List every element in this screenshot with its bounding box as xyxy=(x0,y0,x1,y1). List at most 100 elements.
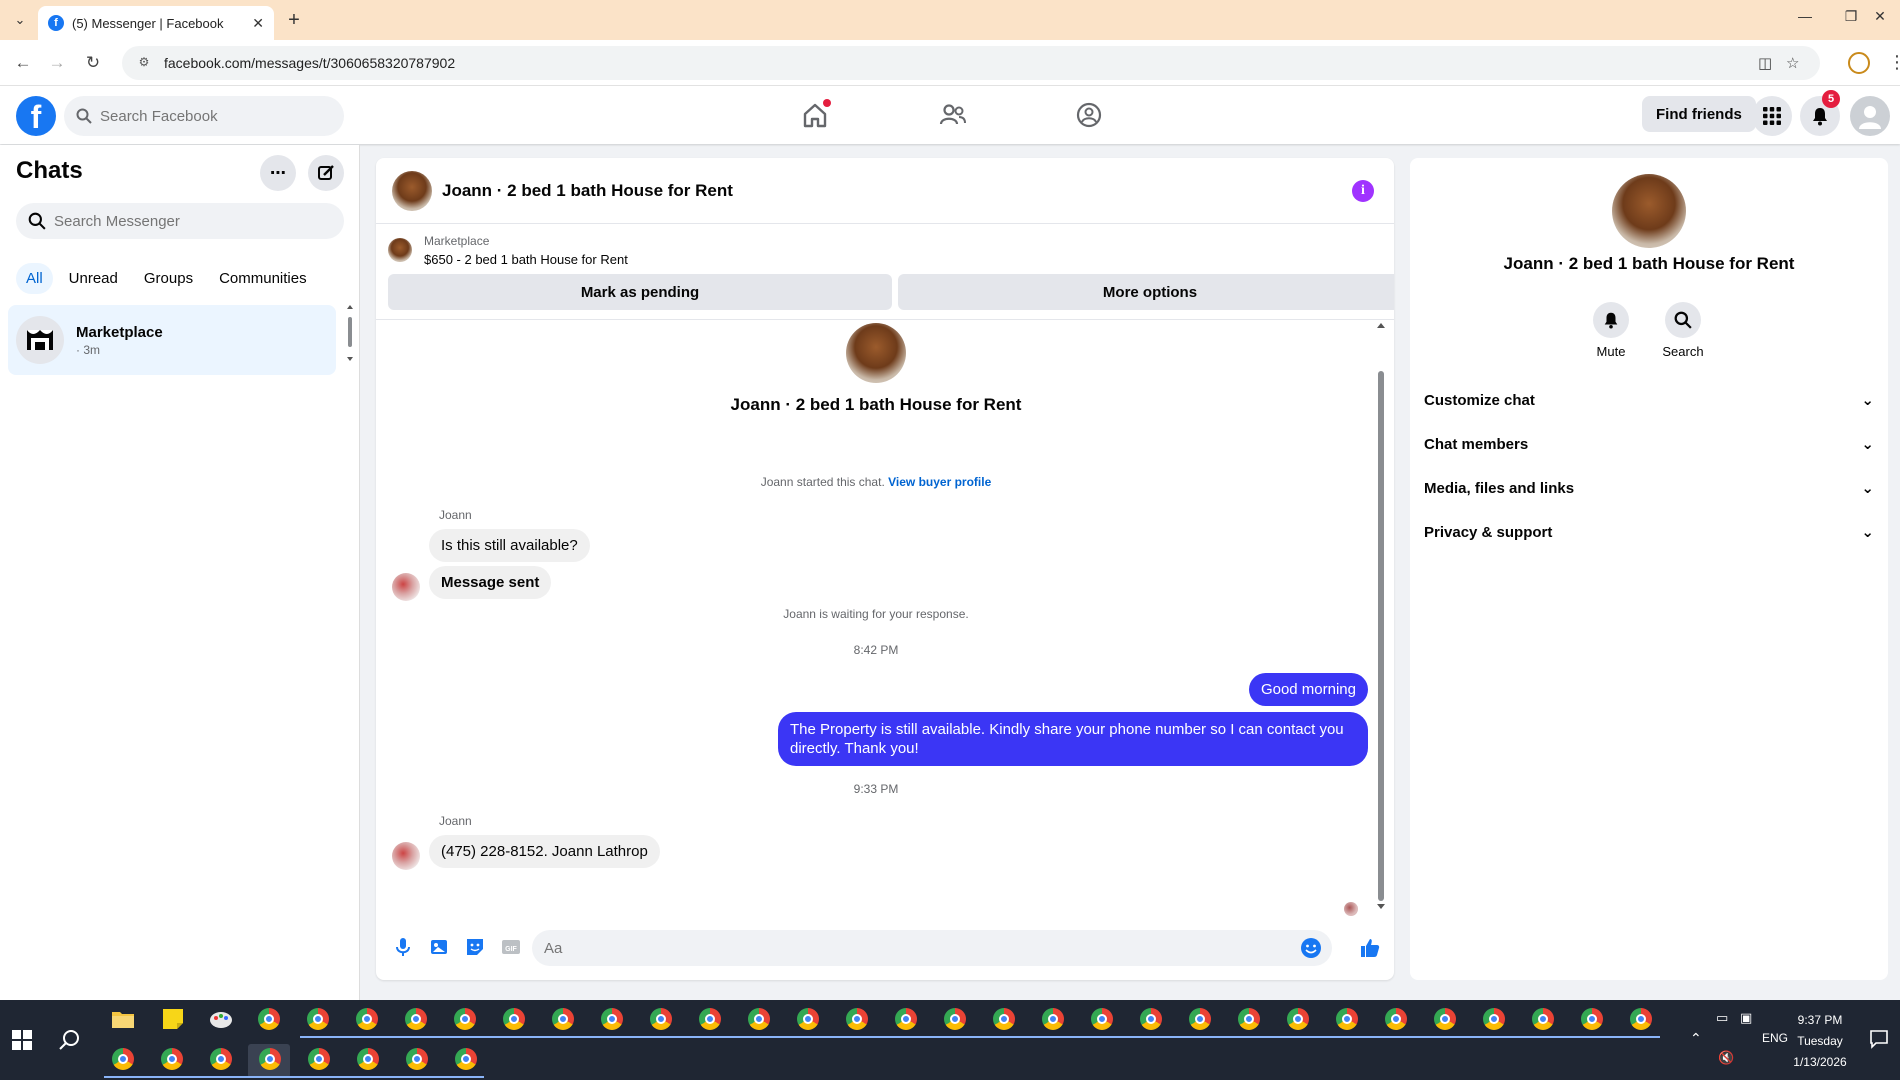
chrome-profile-icon[interactable] xyxy=(1287,1008,1309,1030)
chrome-profile-icon[interactable] xyxy=(112,1048,134,1070)
chrome-profile-icon[interactable] xyxy=(699,1008,721,1030)
browser-tab[interactable]: f (5) Messenger | Facebook ✕ xyxy=(38,6,274,40)
scrollbar-thumb[interactable] xyxy=(1378,371,1384,901)
chrome-profile-icon[interactable] xyxy=(406,1048,428,1070)
site-info-icon[interactable]: ⚙ xyxy=(136,55,152,71)
listing-avatar[interactable] xyxy=(392,170,432,211)
chrome-profile-icon[interactable] xyxy=(1140,1008,1162,1030)
chrome-profile-icon[interactable] xyxy=(1042,1008,1064,1030)
chrome-profile-icon[interactable] xyxy=(895,1008,917,1030)
message-input[interactable] xyxy=(544,939,1284,957)
url-text[interactable]: facebook.com/messages/t/3060658320787902 xyxy=(164,55,455,71)
chrome-profile-icon[interactable] xyxy=(552,1008,574,1030)
mark-as-pending-button[interactable]: Mark as pending xyxy=(388,274,892,310)
more-options-button[interactable]: More options xyxy=(898,274,1394,310)
chrome-profile-icon[interactable] xyxy=(1581,1008,1603,1030)
language-indicator[interactable]: ENG xyxy=(1762,1031,1788,1045)
filter-tab-groups[interactable]: Groups xyxy=(134,263,203,294)
chrome-profile-icon[interactable] xyxy=(1630,1008,1652,1030)
filter-tab-unread[interactable]: Unread xyxy=(59,263,128,294)
forward-icon[interactable]: → xyxy=(44,50,70,76)
account-avatar[interactable] xyxy=(1850,96,1890,136)
chrome-profile-icon[interactable] xyxy=(1434,1008,1456,1030)
chrome-profile-icon[interactable] xyxy=(307,1008,329,1030)
filter-tab-all[interactable]: All xyxy=(16,263,53,294)
chrome-profile-icon[interactable] xyxy=(1238,1008,1260,1030)
facebook-search-input[interactable] xyxy=(100,107,320,125)
groups-icon[interactable] xyxy=(1074,100,1104,130)
media-files-links-section[interactable]: Media, files and links ⌄ xyxy=(1424,468,1874,508)
tab-search-icon[interactable]: ⌄ xyxy=(8,8,32,32)
gif-icon[interactable]: GIF xyxy=(500,936,522,958)
notification-center-icon[interactable] xyxy=(1868,1028,1890,1050)
like-thumbs-up-icon[interactable] xyxy=(1358,936,1382,960)
chrome-profile-icon[interactable] xyxy=(797,1008,819,1030)
conversation-title[interactable]: Joann · 2 bed 1 bath House for Rent xyxy=(442,181,733,201)
address-bar[interactable]: ⚙ facebook.com/messages/t/30606583207879… xyxy=(122,46,1820,80)
scroll-up-icon[interactable] xyxy=(1376,321,1386,331)
chrome-profile-icon[interactable] xyxy=(846,1008,868,1030)
device-icon[interactable]: ▣ xyxy=(1740,1010,1752,1026)
chrome-profile-icon[interactable] xyxy=(1532,1008,1554,1030)
search-icon[interactable] xyxy=(1665,302,1701,338)
chrome-profile-icon[interactable] xyxy=(993,1008,1015,1030)
chrome-profile-icon[interactable] xyxy=(405,1008,427,1030)
chrome-profile-icon[interactable] xyxy=(748,1008,770,1030)
messenger-search[interactable] xyxy=(16,203,344,239)
new-tab-button[interactable]: + xyxy=(282,9,306,33)
scroll-down-icon[interactable] xyxy=(1376,901,1386,911)
network-icon[interactable]: ▭ xyxy=(1716,1010,1728,1026)
chrome-profile-icon[interactable] xyxy=(1336,1008,1358,1030)
system-clock[interactable]: 9:37 PM Tuesday 1/13/2026 xyxy=(1790,1010,1850,1073)
sender-avatar[interactable] xyxy=(392,573,420,601)
chrome-profile-icon[interactable] xyxy=(210,1048,232,1070)
chrome-profile-icon[interactable] xyxy=(1385,1008,1407,1030)
microphone-icon[interactable] xyxy=(392,936,414,958)
chat-list-scrollbar[interactable] xyxy=(346,303,354,363)
back-icon[interactable]: ← xyxy=(10,50,36,76)
messenger-search-input[interactable] xyxy=(54,212,314,230)
listing-price[interactable]: $650 - 2 bed 1 bath House for Rent xyxy=(424,252,628,267)
paint-app-icon[interactable] xyxy=(208,1006,234,1032)
chats-more-options-icon[interactable]: ⋯ xyxy=(260,155,296,191)
tab-close-icon[interactable]: ✕ xyxy=(252,15,264,32)
menu-grid-icon[interactable] xyxy=(1752,96,1792,136)
incoming-message[interactable]: Message sent xyxy=(429,566,552,599)
chrome-profile-icon[interactable] xyxy=(357,1048,379,1070)
reload-icon[interactable]: ↻ xyxy=(80,50,106,76)
chrome-profile-icon[interactable] xyxy=(308,1048,330,1070)
tray-overflow-chevron-icon[interactable]: ⌃ xyxy=(1690,1030,1702,1047)
conversation-info-icon[interactable]: i xyxy=(1352,180,1374,202)
chrome-profile-icon[interactable] xyxy=(1189,1008,1211,1030)
friends-icon[interactable] xyxy=(938,100,968,130)
outgoing-message[interactable]: Good morning xyxy=(1248,673,1368,706)
chrome-profile-icon[interactable] xyxy=(1483,1008,1505,1030)
install-icon[interactable]: ◫ xyxy=(1758,46,1772,80)
file-explorer-icon[interactable] xyxy=(110,1006,136,1032)
thread-scrollbar[interactable] xyxy=(1376,321,1386,911)
privacy-support-section[interactable]: Privacy & support ⌄ xyxy=(1424,512,1874,552)
chrome-profile-icon[interactable] xyxy=(1091,1008,1113,1030)
restore-icon[interactable]: ❐ xyxy=(1836,8,1866,25)
chrome-profile-icon[interactable] xyxy=(944,1008,966,1030)
customize-chat-section[interactable]: Customize chat ⌄ xyxy=(1424,380,1874,420)
chrome-profile-icon[interactable] xyxy=(356,1008,378,1030)
speaker-muted-icon[interactable]: 🔇 xyxy=(1718,1050,1734,1066)
incoming-message[interactable]: Is this still available? xyxy=(429,529,590,562)
chat-members-section[interactable]: Chat members ⌄ xyxy=(1424,424,1874,464)
profile-icon[interactable] xyxy=(1848,52,1870,74)
sticker-icon[interactable] xyxy=(464,936,486,958)
mute-bell-icon[interactable] xyxy=(1593,302,1629,338)
view-buyer-profile-link[interactable]: View buyer profile xyxy=(888,475,991,489)
window-close-icon[interactable]: ✕ xyxy=(1868,8,1892,25)
search-in-chat-button[interactable]: Search xyxy=(1648,302,1718,359)
mute-button[interactable]: Mute xyxy=(1576,302,1646,359)
message-input-box[interactable] xyxy=(532,930,1332,966)
filter-tab-communities[interactable]: Communities xyxy=(209,263,317,294)
new-message-icon[interactable] xyxy=(308,155,344,191)
chrome-profile-icon[interactable] xyxy=(650,1008,672,1030)
incoming-message[interactable]: (475) 228-8152. Joann Lathrop xyxy=(429,835,660,868)
taskbar-search-icon[interactable] xyxy=(58,1028,82,1052)
browser-menu-icon[interactable]: ⋮ xyxy=(1888,52,1900,73)
chrome-profile-icon[interactable] xyxy=(454,1008,476,1030)
